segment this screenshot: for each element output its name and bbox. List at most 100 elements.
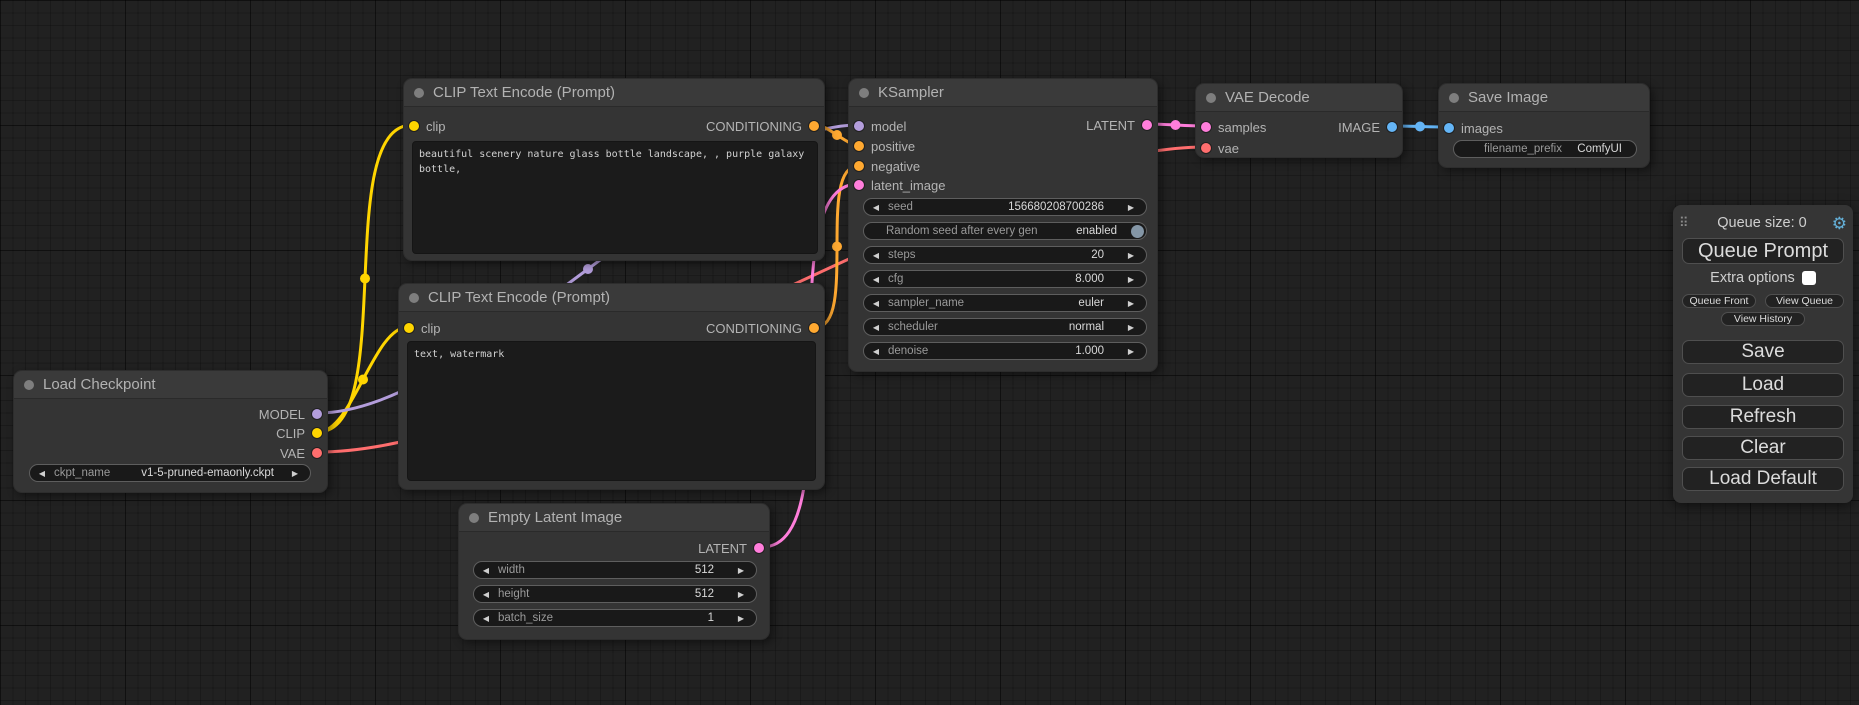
- widget-ckpt-name[interactable]: ◀ ckpt_name v1-5-pruned-emaonly.ckpt ▶: [29, 464, 311, 482]
- node-load-checkpoint[interactable]: Load Checkpoint MODEL CLIP VAE ◀ ckpt_na…: [13, 370, 328, 493]
- output-slot-conditioning[interactable]: CONDITIONING: [706, 318, 819, 338]
- widget-steps[interactable]: ◀ steps 20 ▶: [863, 246, 1147, 264]
- node-title-bar[interactable]: VAE Decode: [1196, 84, 1402, 112]
- increment-arrow-icon[interactable]: ▶: [726, 614, 756, 623]
- clip-slot-dot-icon[interactable]: [409, 121, 419, 131]
- widget-width[interactable]: ◀ width 512 ▶: [473, 561, 757, 579]
- output-slot-latent[interactable]: LATENT: [1086, 115, 1152, 135]
- widget-denoise[interactable]: ◀ denoise 1.000 ▶: [863, 342, 1147, 360]
- node-collapse-dot-icon[interactable]: [409, 293, 419, 303]
- output-slot-latent[interactable]: LATENT: [698, 538, 764, 558]
- view-queue-button[interactable]: View Queue: [1765, 294, 1844, 308]
- input-slot-images[interactable]: images: [1444, 118, 1503, 138]
- widget-seed[interactable]: ◀ seed 156680208700286 ▶: [863, 198, 1147, 216]
- image-slot-dot-icon[interactable]: [1387, 122, 1397, 132]
- drag-handle-icon[interactable]: ⠿: [1679, 215, 1695, 231]
- node-collapse-dot-icon[interactable]: [469, 513, 479, 523]
- input-slot-clip[interactable]: clip: [409, 116, 446, 136]
- conditioning-slot-dot-icon[interactable]: [854, 161, 864, 171]
- clip-slot-dot-icon[interactable]: [404, 323, 414, 333]
- save-button[interactable]: Save: [1682, 340, 1844, 364]
- node-empty-latent-image[interactable]: Empty Latent Image LATENT ◀ width 512 ▶ …: [458, 503, 770, 640]
- conditioning-slot-dot-icon[interactable]: [854, 141, 864, 151]
- decrement-arrow-icon[interactable]: ◀: [864, 203, 888, 212]
- load-default-button[interactable]: Load Default: [1682, 467, 1844, 491]
- node-clip-text-encode-negative[interactable]: CLIP Text Encode (Prompt) clip CONDITION…: [398, 283, 825, 490]
- node-title-bar[interactable]: Save Image: [1439, 84, 1649, 112]
- queue-front-button[interactable]: Queue Front: [1682, 294, 1756, 308]
- model-slot-dot-icon[interactable]: [312, 409, 322, 419]
- queue-prompt-button[interactable]: Queue Prompt: [1682, 238, 1844, 264]
- latent-slot-dot-icon[interactable]: [1201, 122, 1211, 132]
- model-slot-dot-icon[interactable]: [854, 121, 864, 131]
- increment-arrow-icon[interactable]: ▶: [280, 469, 310, 478]
- view-history-button[interactable]: View History: [1721, 312, 1805, 326]
- load-button[interactable]: Load: [1682, 373, 1844, 397]
- conditioning-slot-dot-icon[interactable]: [809, 121, 819, 131]
- input-slot-samples[interactable]: samples: [1201, 117, 1266, 137]
- increment-arrow-icon[interactable]: ▶: [1116, 251, 1146, 260]
- widget-sampler-name[interactable]: ◀ sampler_name euler ▶: [863, 294, 1147, 312]
- node-collapse-dot-icon[interactable]: [859, 88, 869, 98]
- conditioning-slot-dot-icon[interactable]: [809, 323, 819, 333]
- node-collapse-dot-icon[interactable]: [414, 88, 424, 98]
- increment-arrow-icon[interactable]: ▶: [1116, 203, 1146, 212]
- node-save-image[interactable]: Save Image images filename_prefix ComfyU…: [1438, 83, 1650, 168]
- decrement-arrow-icon[interactable]: ◀: [474, 614, 498, 623]
- latent-slot-dot-icon[interactable]: [854, 180, 864, 190]
- node-title-bar[interactable]: CLIP Text Encode (Prompt): [399, 284, 824, 312]
- image-slot-dot-icon[interactable]: [1444, 123, 1454, 133]
- node-title-bar[interactable]: CLIP Text Encode (Prompt): [404, 79, 824, 107]
- decrement-arrow-icon[interactable]: ◀: [864, 299, 888, 308]
- decrement-arrow-icon[interactable]: ◀: [30, 469, 54, 478]
- increment-arrow-icon[interactable]: ▶: [726, 590, 756, 599]
- widget-scheduler[interactable]: ◀ scheduler normal ▶: [863, 318, 1147, 336]
- increment-arrow-icon[interactable]: ▶: [1116, 323, 1146, 332]
- decrement-arrow-icon[interactable]: ◀: [864, 251, 888, 260]
- decrement-arrow-icon[interactable]: ◀: [474, 590, 498, 599]
- increment-arrow-icon[interactable]: ▶: [1116, 299, 1146, 308]
- latent-slot-dot-icon[interactable]: [754, 543, 764, 553]
- decrement-arrow-icon[interactable]: ◀: [864, 347, 888, 356]
- node-collapse-dot-icon[interactable]: [1449, 93, 1459, 103]
- increment-arrow-icon[interactable]: ▶: [726, 566, 756, 575]
- node-clip-text-encode-positive[interactable]: CLIP Text Encode (Prompt) clip CONDITION…: [403, 78, 825, 261]
- output-slot-clip[interactable]: CLIP: [276, 423, 322, 443]
- positive-prompt-textarea[interactable]: beautiful scenery nature glass bottle la…: [412, 141, 818, 254]
- input-slot-vae[interactable]: vae: [1201, 138, 1239, 158]
- refresh-button[interactable]: Refresh: [1682, 405, 1844, 429]
- node-ksampler[interactable]: KSampler model LATENT positive negative …: [848, 78, 1158, 372]
- node-graph-canvas[interactable]: Load Checkpoint MODEL CLIP VAE ◀ ckpt_na…: [0, 0, 1859, 705]
- negative-prompt-textarea[interactable]: text, watermark: [407, 341, 816, 481]
- widget-filename-prefix[interactable]: filename_prefix ComfyUI: [1453, 140, 1637, 158]
- output-slot-model[interactable]: MODEL: [259, 404, 322, 424]
- widget-cfg[interactable]: ◀ cfg 8.000 ▶: [863, 270, 1147, 288]
- input-slot-clip[interactable]: clip: [404, 318, 441, 338]
- increment-arrow-icon[interactable]: ▶: [1116, 347, 1146, 356]
- node-collapse-dot-icon[interactable]: [24, 380, 34, 390]
- node-title-bar[interactable]: KSampler: [849, 79, 1157, 107]
- toggle-dot-icon[interactable]: [1131, 225, 1144, 238]
- node-vae-decode[interactable]: VAE Decode samples IMAGE vae: [1195, 83, 1403, 158]
- widget-batch-size[interactable]: ◀ batch_size 1 ▶: [473, 609, 757, 627]
- node-title-bar[interactable]: Load Checkpoint: [14, 371, 327, 399]
- input-slot-latent-image[interactable]: latent_image: [854, 175, 945, 195]
- input-slot-negative[interactable]: negative: [854, 156, 920, 176]
- decrement-arrow-icon[interactable]: ◀: [864, 275, 888, 284]
- node-collapse-dot-icon[interactable]: [1206, 93, 1216, 103]
- decrement-arrow-icon[interactable]: ◀: [864, 323, 888, 332]
- settings-gear-icon[interactable]: ⚙: [1829, 215, 1847, 232]
- vae-slot-dot-icon[interactable]: [312, 448, 322, 458]
- vae-slot-dot-icon[interactable]: [1201, 143, 1211, 153]
- input-slot-positive[interactable]: positive: [854, 136, 915, 156]
- output-slot-image[interactable]: IMAGE: [1338, 117, 1397, 137]
- node-title-bar[interactable]: Empty Latent Image: [459, 504, 769, 532]
- output-slot-vae[interactable]: VAE: [280, 443, 322, 463]
- extra-options-checkbox[interactable]: [1802, 271, 1816, 285]
- latent-slot-dot-icon[interactable]: [1142, 120, 1152, 130]
- increment-arrow-icon[interactable]: ▶: [1116, 275, 1146, 284]
- widget-height[interactable]: ◀ height 512 ▶: [473, 585, 757, 603]
- widget-random-seed-toggle[interactable]: Random seed after every gen enabled: [863, 222, 1147, 240]
- input-slot-model[interactable]: model: [854, 116, 906, 136]
- decrement-arrow-icon[interactable]: ◀: [474, 566, 498, 575]
